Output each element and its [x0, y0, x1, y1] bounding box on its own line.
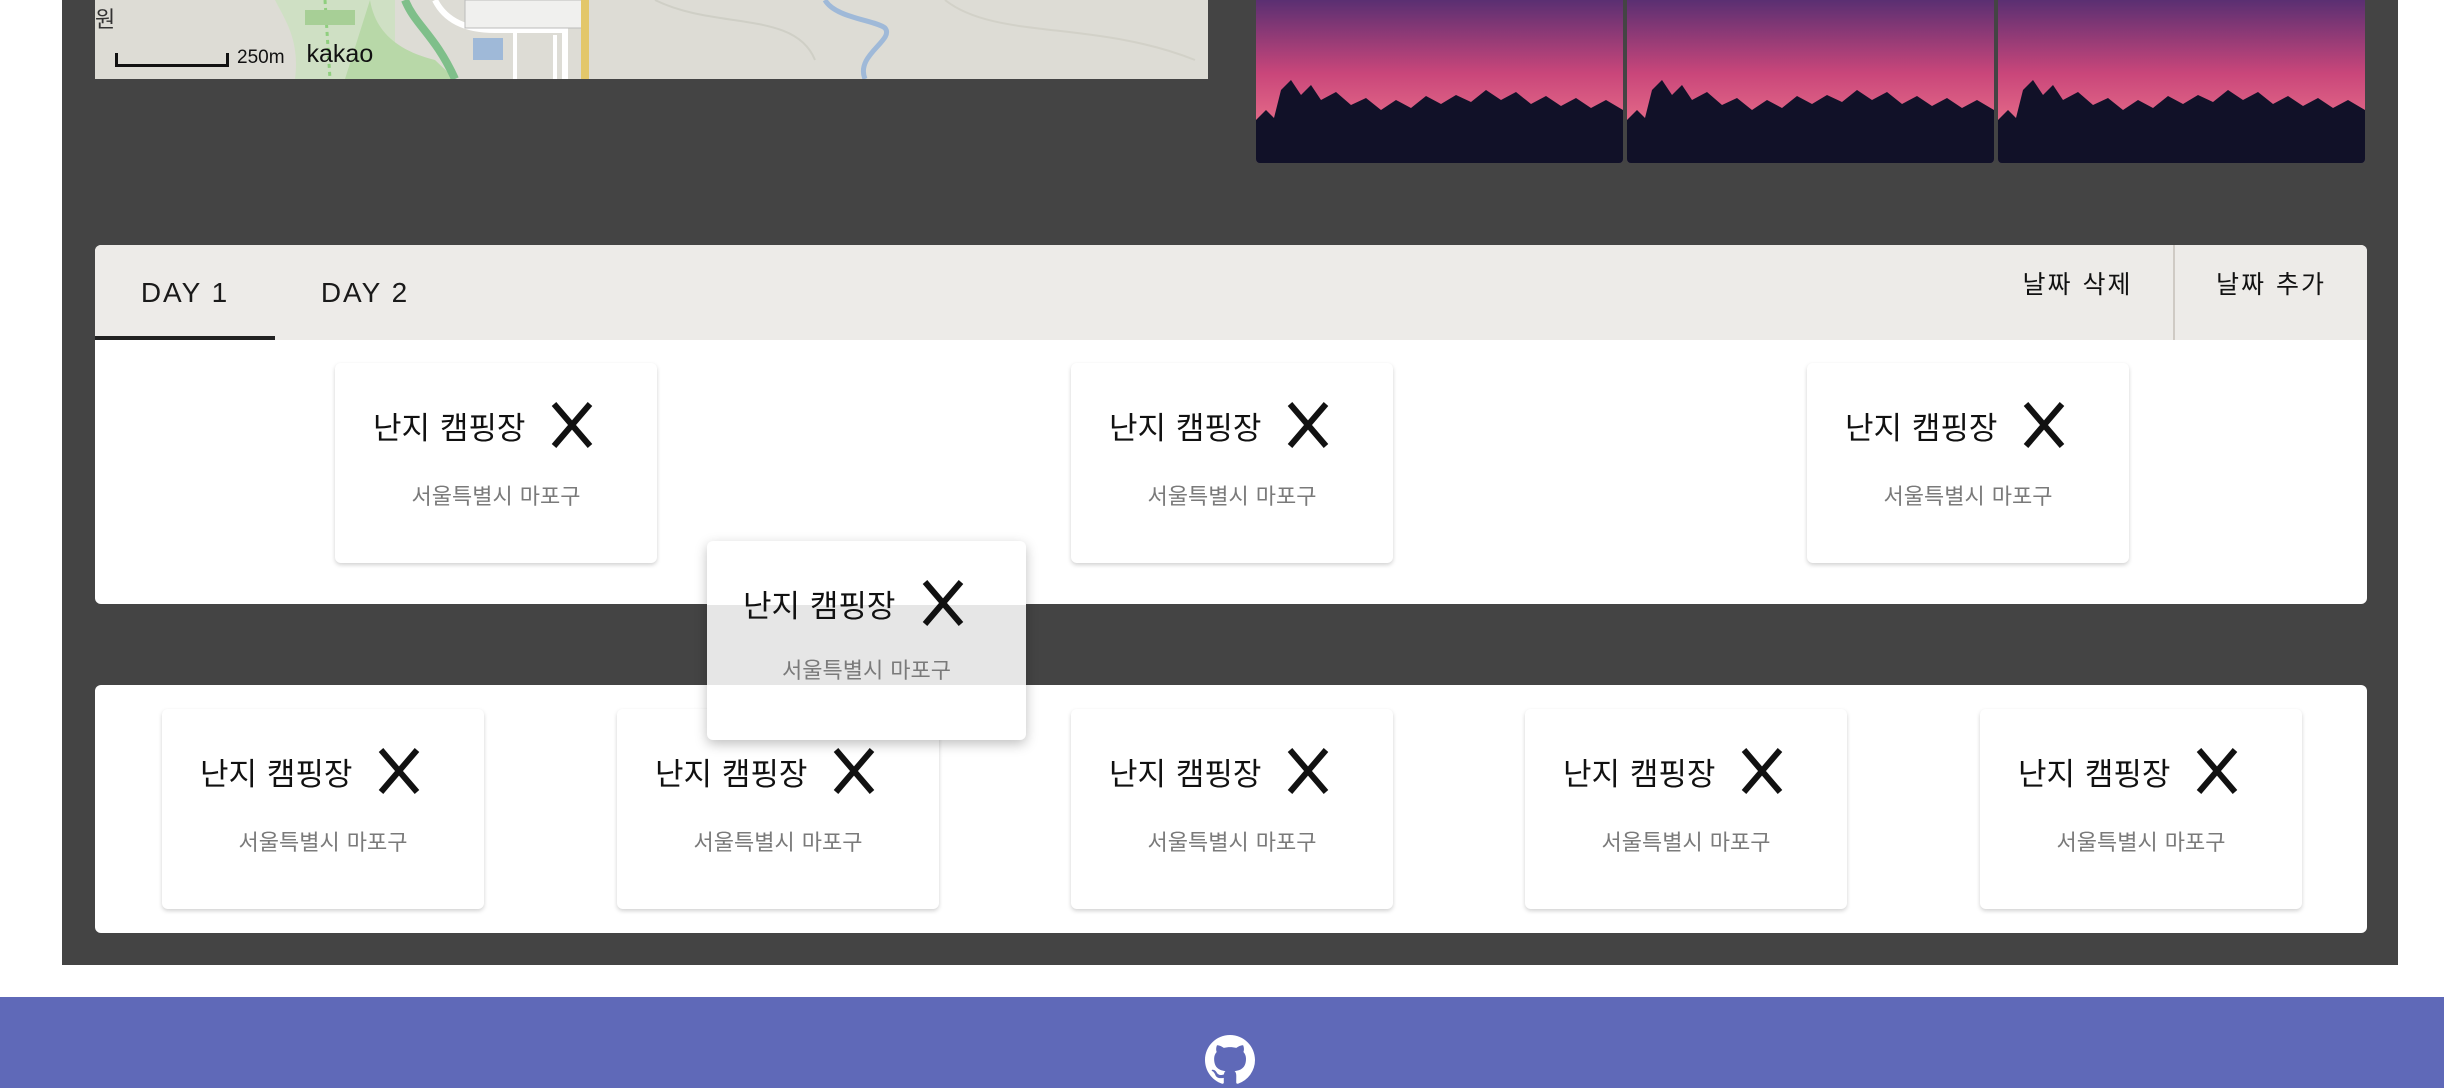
photo-gallery — [1256, 0, 2365, 163]
delete-day-button[interactable]: 날짜 삭제 — [1985, 245, 2170, 340]
place-card[interactable]: 난지 캠핑장 서울특별시 마포구 — [335, 363, 657, 563]
place-title: 난지 캠핑장 — [200, 757, 353, 793]
place-card[interactable]: 난지 캠핑장 서울특별시 마포구 — [1525, 709, 1847, 909]
photo-thumbnail[interactable] — [1256, 0, 1623, 163]
place-card[interactable]: 난지 캠핑장 서울특별시 마포구 — [1071, 709, 1393, 909]
add-day-button[interactable]: 날짜 추가 — [2173, 245, 2367, 340]
place-card[interactable]: 난지 캠핑장 서울특별시 마포구 — [162, 709, 484, 909]
place-address: 서울특별시 마포구 — [411, 485, 581, 510]
place-title: 난지 캠핑장 — [743, 589, 896, 625]
close-icon[interactable] — [1285, 399, 1331, 451]
close-icon[interactable] — [920, 577, 966, 629]
place-title: 난지 캠핑장 — [1109, 757, 1262, 793]
place-address: 서울특별시 마포구 — [2056, 831, 2226, 856]
place-card[interactable]: 난지 캠핑장 서울특별시 마포구 — [1071, 363, 1393, 563]
place-title: 난지 캠핑장 — [373, 411, 526, 447]
place-title: 난지 캠핑장 — [1563, 757, 1716, 793]
place-card[interactable]: 난지 캠핑장 서울특별시 마포구 — [1807, 363, 2129, 563]
place-title: 난지 캠핑장 — [655, 757, 808, 793]
tab-day-2[interactable]: DAY 2 — [275, 245, 455, 340]
place-address: 서울특별시 마포구 — [1147, 485, 1317, 510]
close-icon[interactable] — [549, 399, 595, 451]
place-address: 서울특별시 마포구 — [782, 659, 951, 684]
photo-thumbnail[interactable] — [1627, 0, 1994, 163]
day-schedule-panel: DAY 1 DAY 2 날짜 삭제 날짜 추가 난지 캠핑장 서울특별시 마포구… — [95, 245, 2367, 604]
place-title: 난지 캠핑장 — [2018, 757, 2171, 793]
place-address: 서울특별시 마포구 — [693, 831, 863, 856]
close-icon[interactable] — [2021, 399, 2067, 451]
map-view[interactable]: 원 250m kakao — [95, 0, 1208, 79]
close-icon[interactable] — [376, 745, 422, 797]
close-icon[interactable] — [831, 745, 877, 797]
place-address: 서울특별시 마포구 — [1883, 485, 2053, 510]
dragging-place-card[interactable]: 난지 캠핑장 서울특별시 마포구 — [707, 541, 1026, 740]
map-scale-label: 250m — [237, 47, 285, 68]
place-title: 난지 캠핑장 — [1109, 411, 1262, 447]
place-address: 서울특별시 마포구 — [1147, 831, 1317, 856]
map-label: 원 — [95, 8, 116, 33]
app: 원 250m kakao DAY 1 DAY 2 날짜 삭제 날짜 추가 난지 … — [0, 0, 2444, 1088]
close-icon[interactable] — [2194, 745, 2240, 797]
place-address: 서울특별시 마포구 — [238, 831, 408, 856]
map-scale-bar — [115, 53, 229, 67]
close-icon[interactable] — [1739, 745, 1785, 797]
place-title: 난지 캠핑장 — [1845, 411, 1998, 447]
footer — [0, 997, 2444, 1088]
place-pool-panel: 난지 캠핑장 서울특별시 마포구 난지 캠핑장 서울특별시 마포구 난지 캠핑장… — [95, 685, 2367, 933]
day-tabbar: DAY 1 DAY 2 날짜 삭제 날짜 추가 — [95, 245, 2367, 340]
photo-thumbnail[interactable] — [1998, 0, 2365, 163]
tab-day-1[interactable]: DAY 1 — [95, 245, 275, 340]
close-icon[interactable] — [1285, 745, 1331, 797]
map-brand-logo: kakao — [306, 40, 374, 68]
github-icon[interactable] — [1205, 1035, 1255, 1085]
map-scale: 250m kakao — [115, 42, 373, 67]
place-card[interactable]: 난지 캠핑장 서울특별시 마포구 — [1980, 709, 2302, 909]
place-address: 서울특별시 마포구 — [1601, 831, 1771, 856]
